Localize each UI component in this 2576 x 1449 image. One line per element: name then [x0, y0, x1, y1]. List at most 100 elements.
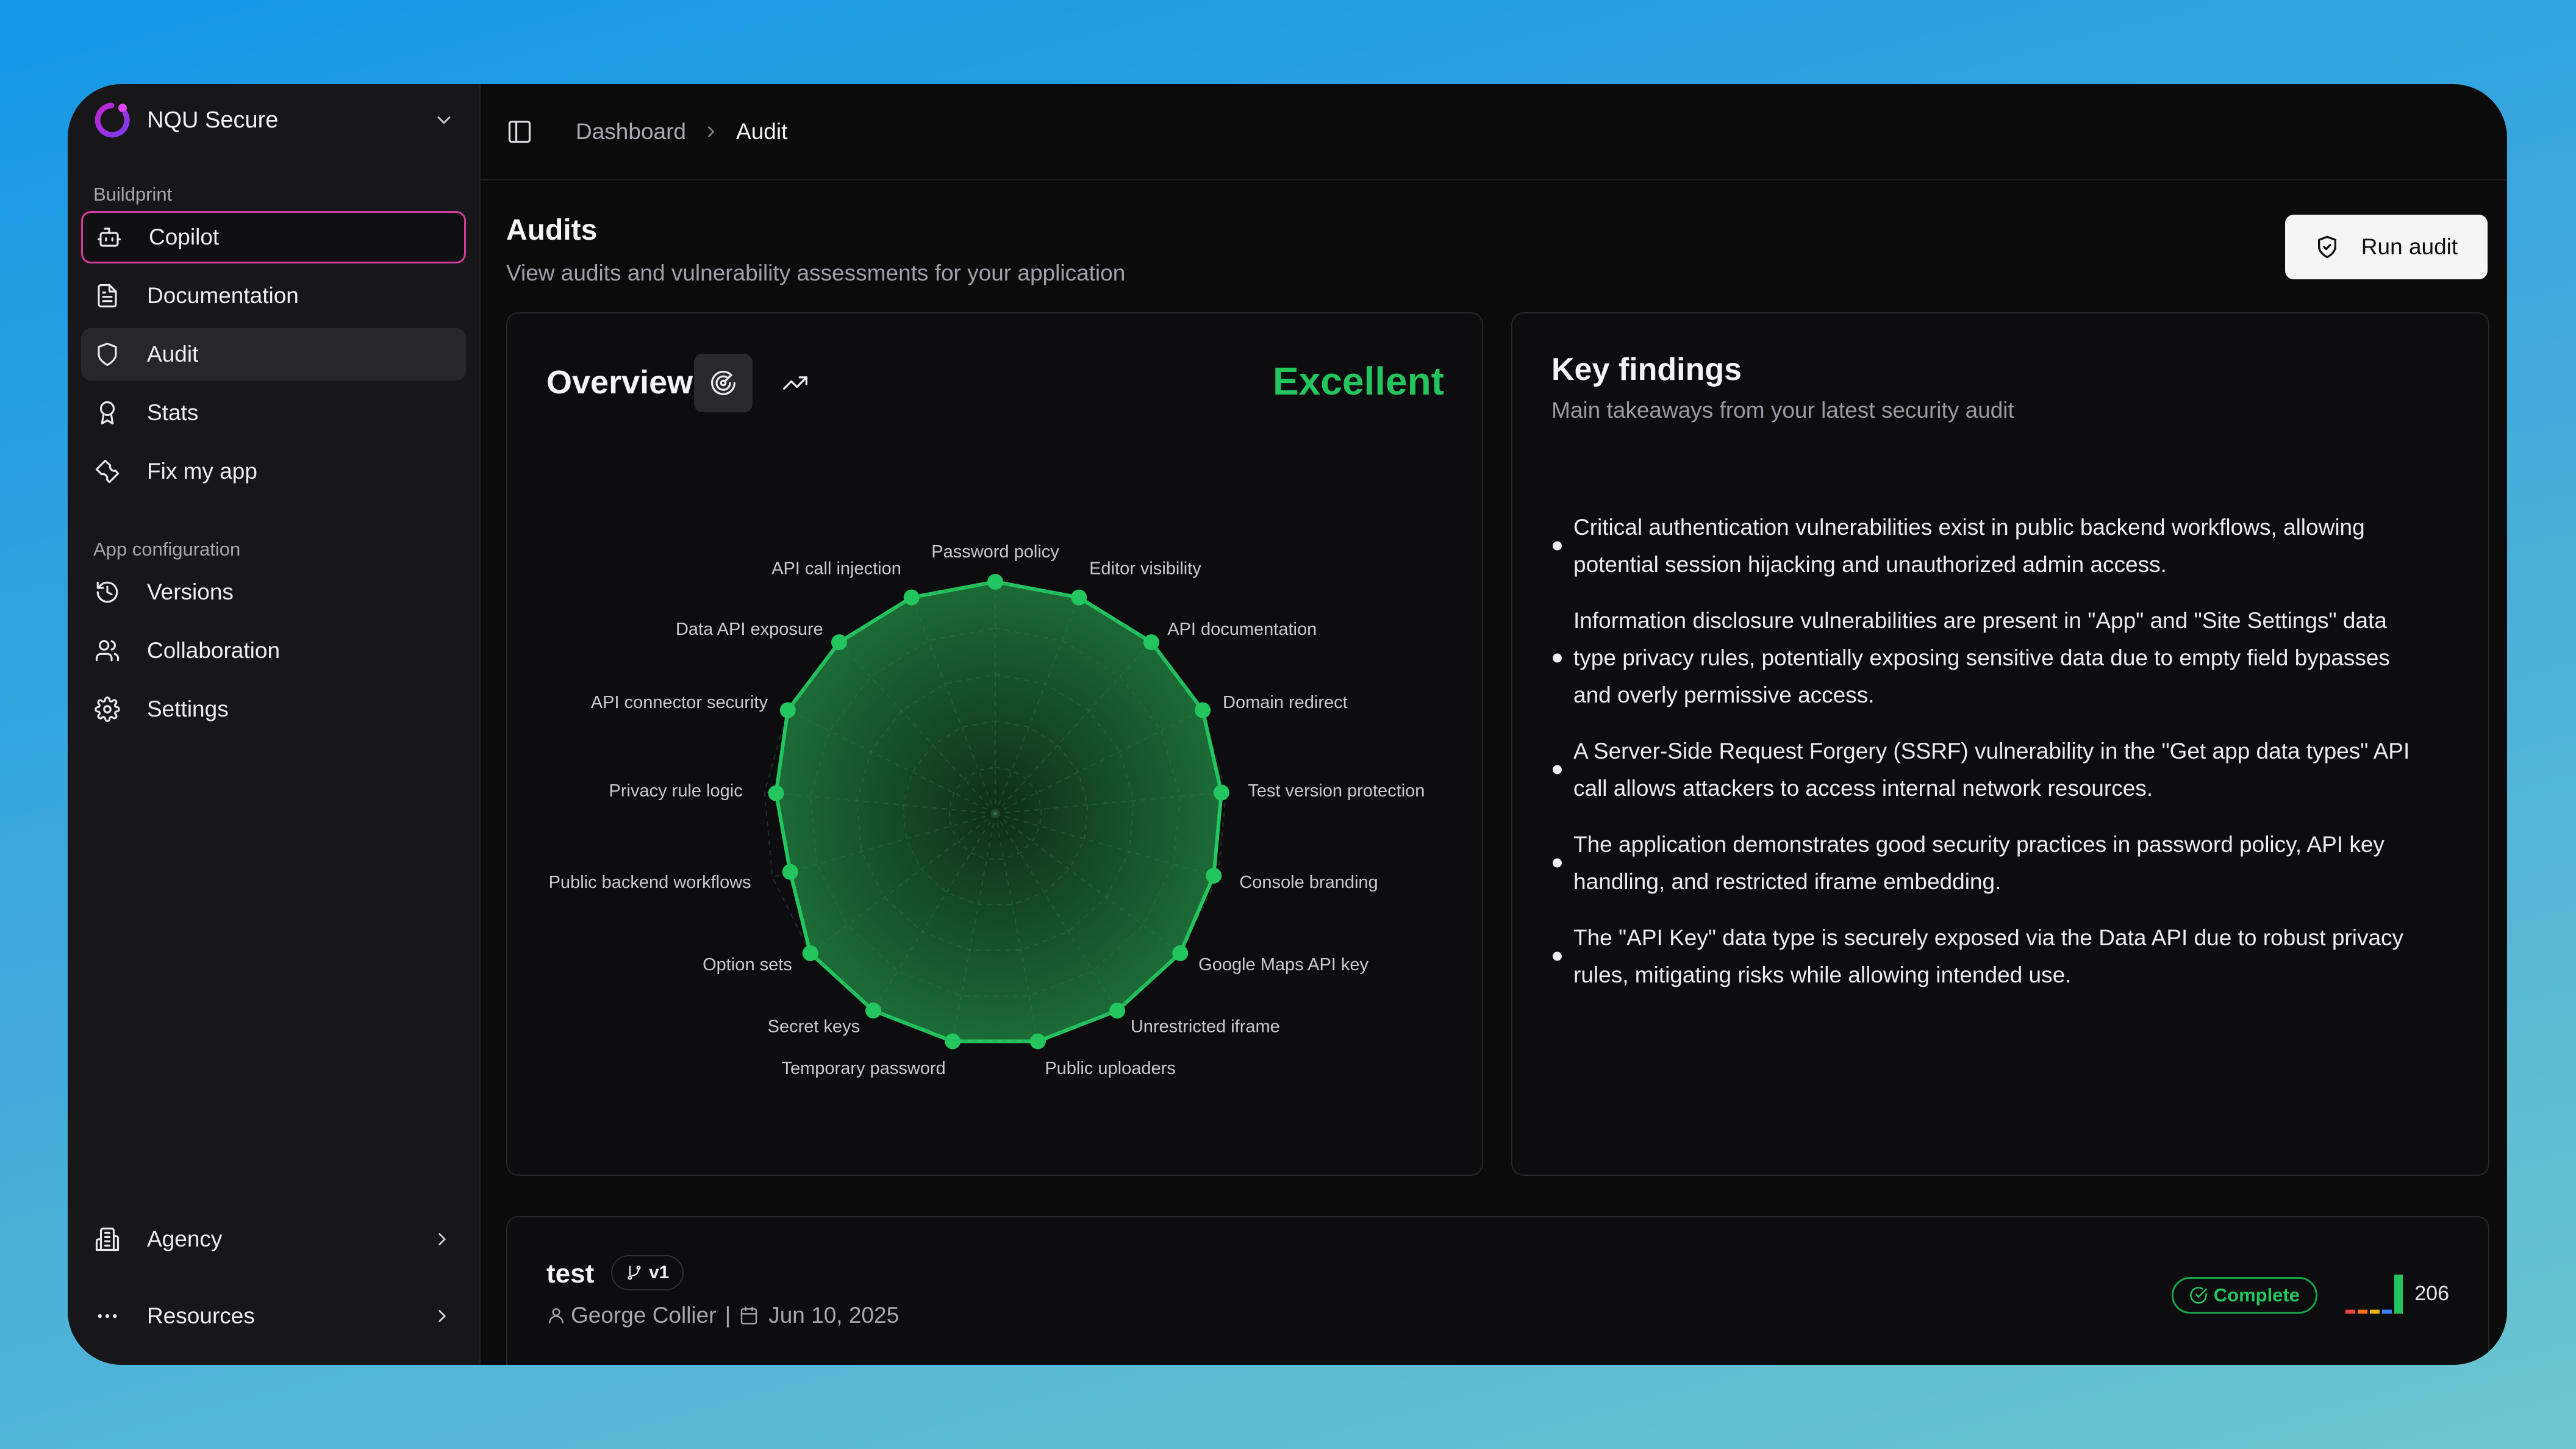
sidebar-item-label: Copilot: [149, 224, 220, 249]
sidebar-item-label: Resources: [147, 1303, 255, 1328]
sidebar-item-collaboration[interactable]: Collaboration: [81, 624, 466, 677]
radar-point[interactable]: [987, 574, 1003, 590]
radar-axis-label: Option sets: [703, 955, 792, 975]
overview-card: Password policy Editor visibility API docu…: [506, 312, 1483, 1176]
radar-point[interactable]: [865, 1003, 881, 1019]
radar-point[interactable]: [1029, 1033, 1046, 1050]
radar-point[interactable]: [1195, 702, 1211, 718]
radar-point[interactable]: [945, 1033, 961, 1050]
sidebar-item-stats[interactable]: Stats: [81, 387, 466, 439]
shield-check-icon: [2317, 235, 2336, 259]
run-audit-button[interactable]: Run audit: [2285, 215, 2488, 279]
radar-point[interactable]: [1206, 867, 1222, 884]
radar-point[interactable]: [802, 945, 818, 962]
breadcrumb-dashboard[interactable]: Dashboard: [576, 119, 686, 145]
meta-separator: |: [724, 1303, 731, 1328]
app-window: NQU Secure Buildprint Copilot Documentat…: [68, 84, 2507, 1365]
version-label: v1: [649, 1262, 670, 1283]
radar-axis-label: Privacy rule logic: [609, 781, 743, 801]
radar-axis-label: Domain redirect: [1223, 693, 1348, 712]
brand-switcher[interactable]: NQU Secure: [81, 84, 466, 156]
sparkline-bar: [2394, 1275, 2403, 1314]
chevron-right-icon: [438, 1310, 446, 1322]
sidebar-item-documentation[interactable]: Documentation: [81, 270, 466, 322]
radar-chart: Password policy Editor visibility API docu…: [549, 542, 1425, 1078]
radar-point[interactable]: [1109, 1003, 1126, 1019]
radar-point[interactable]: [831, 634, 847, 651]
brand-name: NQU Secure: [147, 107, 279, 133]
radar-axis-label: Console branding: [1239, 873, 1378, 892]
radar-view-button[interactable]: [694, 354, 753, 412]
list-item: A Server-Side Request Forgery (SSRF) vul…: [1551, 732, 2430, 807]
sidebar-item-copilot[interactable]: Copilot: [81, 211, 466, 263]
radar-axis-label: API documentation: [1167, 620, 1317, 639]
radar-point[interactable]: [903, 589, 920, 606]
radar-axis-label: Public uploaders: [1045, 1059, 1175, 1078]
radar-point[interactable]: [779, 702, 796, 718]
radar-point[interactable]: [782, 864, 798, 880]
radar-point[interactable]: [768, 785, 784, 801]
sidebar-item-resources[interactable]: Resources: [81, 1282, 466, 1350]
radar-axis-label: Editor visibility: [1089, 559, 1201, 579]
sparkline-bar: [2382, 1309, 2392, 1314]
score-sparkline: [2345, 1275, 2403, 1314]
status-badge: Complete: [2171, 1277, 2317, 1314]
sidebar-item-fix-my-app[interactable]: Fix my app: [81, 445, 466, 498]
sidebar-footer: Agency Resources: [81, 1205, 466, 1359]
sidebar-item-label: Documentation: [147, 283, 299, 308]
radar-point[interactable]: [1172, 945, 1189, 962]
trend-view-button[interactable]: [766, 354, 825, 412]
calendar-icon: [740, 1306, 757, 1325]
sparkline-bar: [2345, 1309, 2355, 1314]
radar-point[interactable]: [1213, 784, 1229, 801]
page-header: Audits View audits and vulnerability ass…: [506, 213, 1125, 286]
key-findings-card: Key findings Main takeaways from your la…: [1511, 312, 2489, 1176]
sidebar-item-audit[interactable]: Audit: [81, 328, 466, 381]
radar-axis-label: API connector security: [591, 693, 768, 712]
audit-list-item[interactable]: test v1 George Collier | Jun 10, 2025 Co…: [506, 1216, 2489, 1365]
chevron-right-icon: [708, 126, 715, 137]
audit-name: test: [546, 1259, 595, 1289]
radar-point[interactable]: [1143, 634, 1160, 651]
brand-logo-icon: [95, 102, 130, 138]
radar-axis-label: Public backend workflows: [549, 873, 751, 892]
section-label-buildprint: Buildprint: [93, 184, 173, 205]
sidebar-item-settings[interactable]: Settings: [81, 683, 466, 735]
bot-icon: [97, 227, 121, 247]
radar-axis-label: Password policy: [931, 542, 1059, 562]
list-item: Critical authentication vulnerabilities …: [1551, 509, 2430, 583]
radar-icon: [711, 370, 735, 395]
key-findings-title: Key findings: [1551, 352, 1742, 387]
award-icon: [99, 401, 115, 425]
sidebar-toggle-icon[interactable]: [506, 118, 533, 145]
sidebar-item-label: Fix my app: [147, 459, 257, 484]
audit-meta: George Collier | Jun 10, 2025: [546, 1303, 899, 1328]
section-label-app-configuration: App configuration: [93, 538, 241, 560]
main-content: Dashboard Audit Audits View audits and v…: [481, 84, 2507, 1365]
building-icon: [95, 1227, 120, 1251]
sidebar-item-label: Agency: [147, 1226, 223, 1251]
chevron-right-icon: [438, 1233, 446, 1245]
status-label: Complete: [2213, 1284, 2300, 1306]
audit-author: George Collier: [571, 1303, 717, 1328]
radar-axis-label: Secret keys: [768, 1017, 860, 1037]
key-findings-subtitle: Main takeaways from your latest security…: [1551, 398, 2014, 423]
sidebar-item-label: Collaboration: [147, 638, 281, 663]
radar-axis-label: API call injection: [771, 559, 901, 579]
shield-icon: [98, 342, 117, 367]
sparkline-bar: [2358, 1309, 2367, 1314]
sidebar-item-label: Versions: [147, 579, 234, 604]
audit-score: 206: [2414, 1282, 2449, 1305]
wrench-icon: [95, 459, 120, 484]
users-icon: [95, 640, 120, 662]
key-findings-list: Critical authentication vulnerabilities …: [1551, 509, 2430, 1012]
trending-up-icon: [783, 376, 807, 390]
sidebar-item-versions[interactable]: Versions: [81, 566, 466, 618]
gear-icon: [95, 696, 120, 722]
page-subtitle: View audits and vulnerability assessment…: [506, 260, 1126, 285]
more-icon: [98, 1314, 117, 1318]
sidebar-item-agency[interactable]: Agency: [81, 1205, 466, 1273]
document-icon: [98, 284, 117, 308]
audit-date: Jun 10, 2025: [768, 1303, 900, 1328]
radar-point[interactable]: [1071, 589, 1087, 606]
